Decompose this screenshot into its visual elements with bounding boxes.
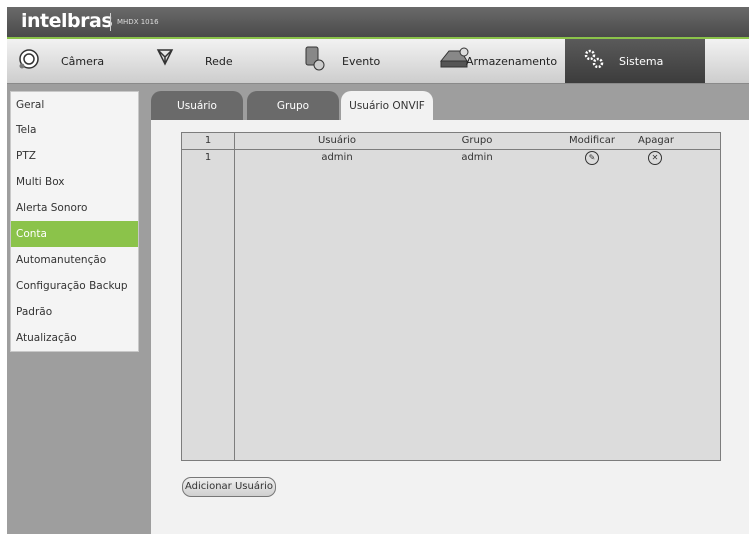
sidebar-item-ptz[interactable]: PTZ <box>11 143 138 169</box>
header-usuario: Usuário <box>317 135 356 146</box>
table-column-divider <box>234 133 235 460</box>
sidebar-item-padrao[interactable]: Padrão <box>11 299 138 325</box>
sidebar-item-automanutencao[interactable]: Automanutenção <box>11 247 138 273</box>
sidebar-item-alerta-sonoro[interactable]: Alerta Sonoro <box>11 195 138 221</box>
nav-network-label: Rede <box>205 55 233 68</box>
storage-icon <box>439 47 469 72</box>
edit-icon[interactable]: ✎ <box>585 151 599 165</box>
nav-event-label: Evento <box>342 55 381 68</box>
nav-camera[interactable]: Câmera <box>7 39 139 83</box>
tab-usuario-onvif[interactable]: Usuário ONVIF <box>341 91 433 120</box>
header-index: 1 <box>204 135 212 146</box>
app-window: intelbras MHDX 1016 Câmera Rede Evento A… <box>7 7 749 534</box>
nav-storage-label: Armazenamento <box>466 55 558 68</box>
nav-system-label: Sistema <box>619 55 664 68</box>
logo-divider <box>110 13 111 31</box>
sidebar-item-configuracao-backup[interactable]: Configuração Backup <box>11 273 138 299</box>
sidebar-item-atualizacao[interactable]: Atualização <box>11 325 138 351</box>
tab-usuario[interactable]: Usuário <box>151 91 243 120</box>
app-frame: intelbras MHDX 1016 Câmera Rede Evento A… <box>0 0 756 539</box>
module-nav: Câmera Rede Evento Armazenamento Sistema <box>7 39 749 84</box>
header-modificar: Modificar <box>569 135 615 146</box>
nav-system[interactable]: Sistema <box>565 39 705 83</box>
header-apagar: Apagar <box>638 135 674 146</box>
title-bar: intelbras MHDX 1016 <box>7 7 749 39</box>
nav-event[interactable]: Evento <box>283 39 419 83</box>
sidebar-item-geral[interactable]: Geral <box>11 92 138 118</box>
nav-camera-label: Câmera <box>61 55 105 68</box>
brand-logo: intelbras <box>21 10 113 32</box>
header-grupo: Grupo <box>461 135 493 146</box>
tab-grupo[interactable]: Grupo <box>247 91 339 120</box>
sidebar-item-multi-box[interactable]: Multi Box <box>11 169 138 195</box>
add-user-button[interactable]: Adicionar Usuário <box>182 477 276 497</box>
row-grupo: admin <box>461 152 493 163</box>
row-usuario: admin <box>321 152 353 163</box>
sidebar-item-tela[interactable]: Tela <box>11 117 138 143</box>
sidebar-item-conta[interactable]: Conta <box>11 221 138 247</box>
network-icon <box>155 47 175 70</box>
device-model: MHDX 1016 <box>117 18 159 26</box>
gear-icon <box>583 48 605 73</box>
nav-network[interactable]: Rede <box>145 39 277 83</box>
nav-storage[interactable]: Armazenamento <box>425 39 563 83</box>
camera-icon <box>17 47 41 74</box>
delete-icon[interactable]: ✕ <box>648 151 662 165</box>
event-icon <box>303 45 325 74</box>
settings-sidebar: Geral Tela PTZ Multi Box Alerta Sonoro C… <box>10 91 139 352</box>
row-index: 1 <box>204 152 212 163</box>
user-table: 1 Usuário Grupo Modificar Apagar 1 admin… <box>181 132 721 461</box>
